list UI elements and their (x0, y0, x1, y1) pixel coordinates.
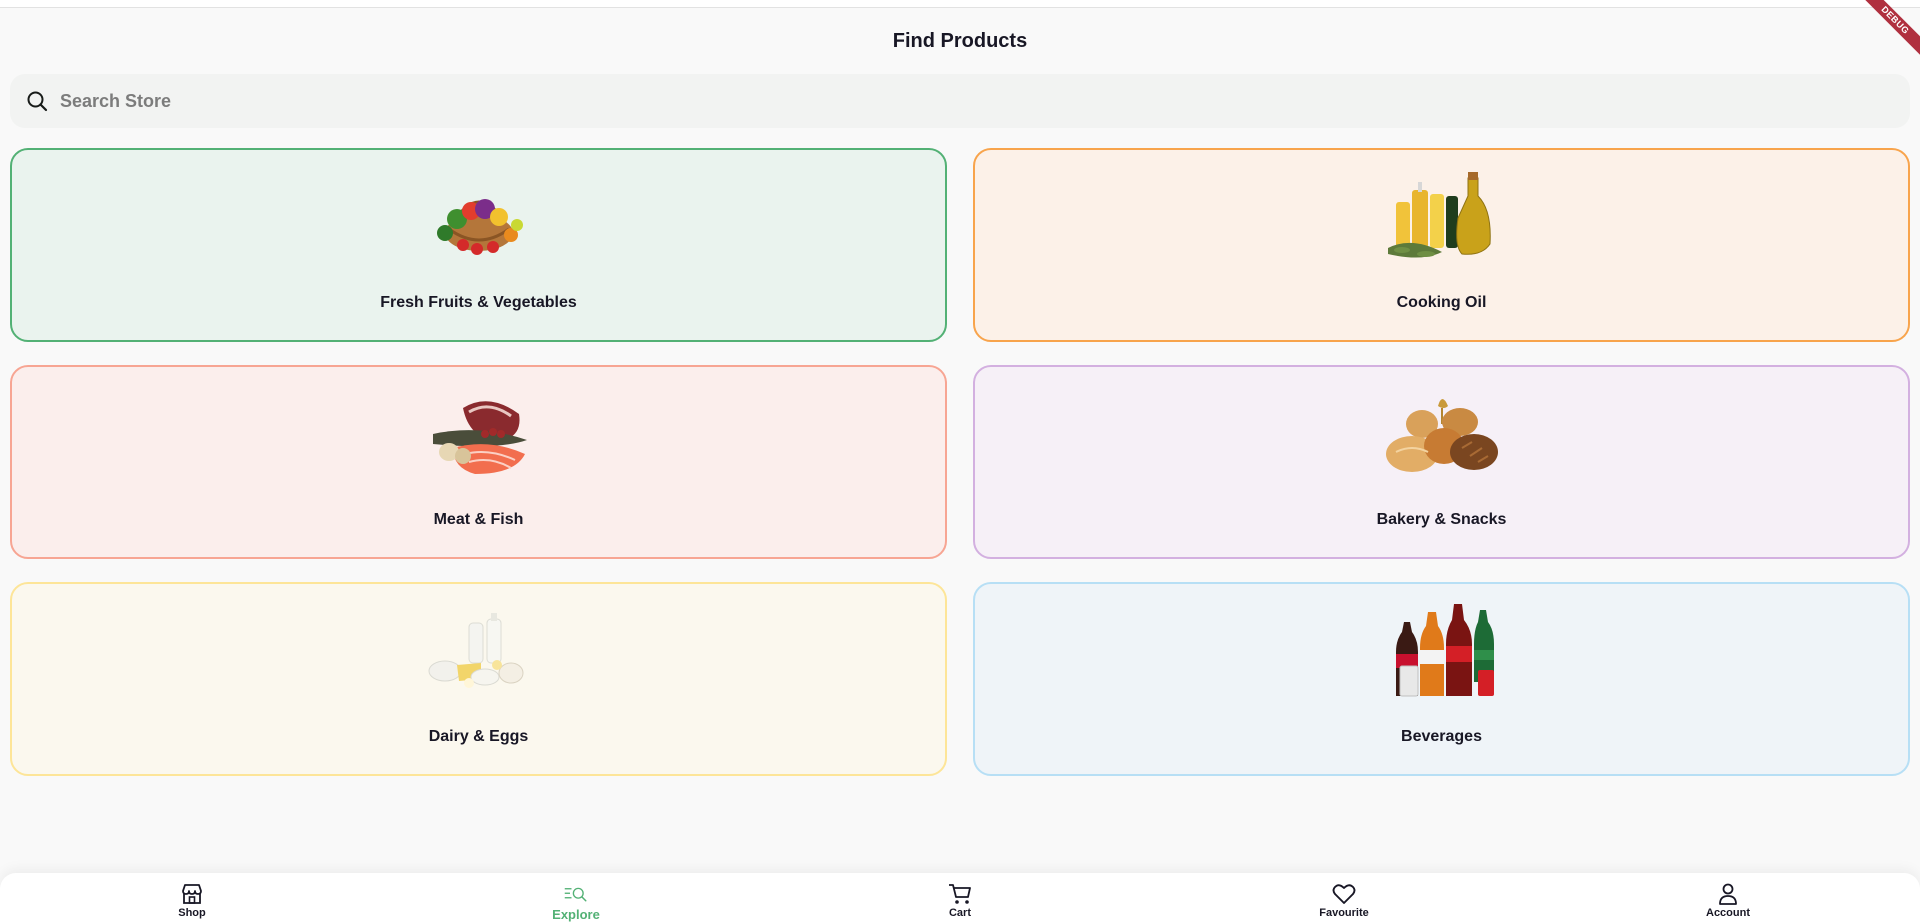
user-icon (1716, 883, 1740, 905)
category-card-meat-fish[interactable]: Meat & Fish (10, 365, 947, 559)
oil-bottles-icon (1382, 166, 1502, 266)
category-card-fresh-fruits-vegetables[interactable]: Fresh Fruits & Vegetables (10, 148, 947, 342)
nav-label: Shop (178, 907, 206, 919)
category-card-bakery-snacks[interactable]: Bakery & Snacks (973, 365, 1910, 559)
category-card-dairy-eggs[interactable]: Dairy & Eggs (10, 582, 947, 776)
category-label: Bakery & Snacks (1376, 511, 1507, 528)
nav-label: Cart (948, 907, 971, 919)
explore-search-icon (564, 883, 588, 905)
nav-item-favourite[interactable]: Favourite (1284, 883, 1404, 919)
nav-item-shop[interactable]: Shop (132, 883, 252, 919)
nav-label: Explore (552, 907, 600, 922)
nav-label: Favourite (1319, 907, 1369, 919)
soda-bottles-icon (1382, 600, 1502, 700)
search-input[interactable] (60, 90, 1860, 112)
category-card-cooking-oil[interactable]: Cooking Oil (973, 148, 1910, 342)
nav-item-account[interactable]: Account (1668, 883, 1788, 919)
category-label: Cooking Oil (1396, 294, 1487, 311)
category-label: Dairy & Eggs (428, 728, 529, 745)
nav-item-explore[interactable]: Explore (516, 883, 636, 922)
store-icon (180, 883, 204, 905)
dairy-icon (419, 600, 539, 700)
vegetable-basket-icon (419, 166, 539, 266)
nav-item-cart[interactable]: Cart (900, 883, 1020, 919)
category-label: Beverages (1401, 728, 1482, 745)
bread-icon (1382, 383, 1502, 483)
heart-icon (1332, 883, 1356, 905)
top-divider (0, 0, 1920, 8)
nav-label: Account (1706, 907, 1750, 919)
category-label: Meat & Fish (433, 511, 524, 528)
category-card-beverages[interactable]: Beverages (973, 582, 1910, 776)
bottom-navigation: Shop Explore Cart Favourite Account (0, 873, 1920, 924)
search-icon (26, 90, 48, 112)
cart-icon (948, 883, 972, 905)
search-bar[interactable] (10, 74, 1910, 128)
meat-fish-icon (419, 383, 539, 483)
page-title: Find Products (892, 30, 1028, 52)
category-label: Fresh Fruits & Vegetables (380, 294, 577, 311)
